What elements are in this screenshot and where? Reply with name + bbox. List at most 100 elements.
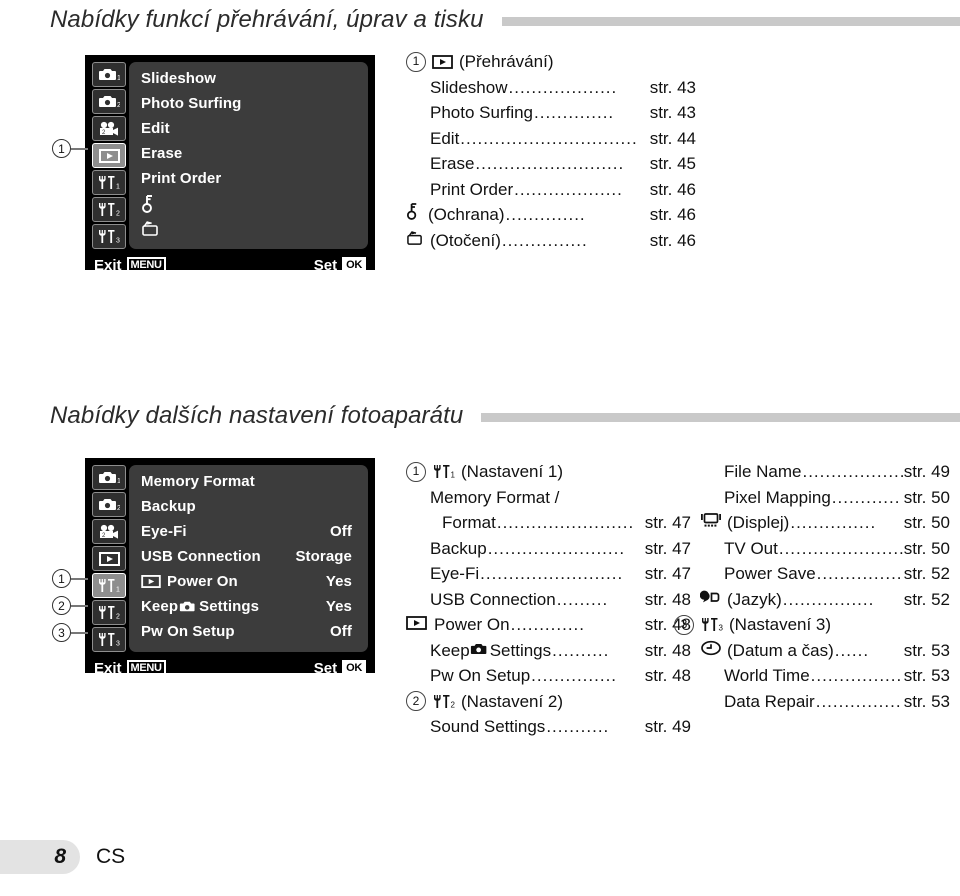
toc-dots: ................ bbox=[782, 589, 875, 609]
toc-page: str. 50 bbox=[903, 513, 950, 532]
toc-entry-display[interactable]: (Displej) ............... str. 50 bbox=[700, 510, 950, 536]
tab-playback[interactable] bbox=[92, 546, 126, 571]
callout-2-setup2: 2 bbox=[52, 596, 88, 615]
ok-key-badge[interactable]: OK bbox=[342, 659, 366, 677]
menu-row-label: Erase bbox=[141, 145, 183, 162]
menu-row-label: Memory Format bbox=[141, 473, 255, 490]
movie-camera-icon: 2 bbox=[98, 524, 120, 540]
toc-entry-playback-power-on[interactable]: Power On ............. str. 48 bbox=[406, 612, 691, 638]
section-heading-playback: Nabídky funkcí přehrávání, úprav a tisku bbox=[50, 6, 960, 34]
menu-row-slideshow[interactable]: Slideshow bbox=[141, 66, 358, 91]
toc-dots: ............... bbox=[531, 666, 618, 685]
tab-setup3[interactable]: 3 bbox=[92, 224, 126, 249]
toc-entry-pw-on-setup[interactable]: Pw On Setup ............... str. 48 bbox=[406, 663, 691, 689]
camera2-icon: 2 bbox=[98, 94, 120, 109]
tab-camera2[interactable]: 2 bbox=[92, 89, 126, 114]
tab-movie[interactable]: 2 bbox=[92, 116, 126, 141]
toc-entry-edit[interactable]: Edit ............................... str… bbox=[406, 126, 696, 152]
page-footer: 8 CS bbox=[0, 840, 125, 874]
toc-entry-erase[interactable]: Erase .......................... str. 45 bbox=[406, 151, 696, 177]
toc-entry-label: Print Order bbox=[430, 179, 514, 199]
toc-page: str. 47 bbox=[644, 538, 691, 558]
section-heading-setup-text: Nabídky dalších nastavení fotoaparátu bbox=[50, 402, 464, 429]
toc-entry-usb-connection[interactable]: USB Connection ......... str. 48 bbox=[406, 587, 691, 613]
toc-entry-language[interactable]: (Jazyk) ................ str. 52 bbox=[700, 587, 950, 613]
tab-camera1[interactable]: 1 bbox=[92, 465, 126, 490]
toc-entry-format[interactable]: Format ........................ str. 47 bbox=[406, 510, 691, 536]
toc-page: str. 44 bbox=[649, 128, 696, 148]
menu-key-badge[interactable]: MENU bbox=[126, 659, 166, 677]
menu-row-value: Off bbox=[330, 623, 352, 640]
tab-setup1[interactable]: 1 bbox=[92, 170, 126, 195]
menu-row-edit[interactable]: Edit bbox=[141, 116, 358, 141]
toc-entry-file-name[interactable]: File Name ................... str. 49 bbox=[700, 459, 950, 485]
tab-setup1[interactable]: 1 bbox=[92, 573, 126, 598]
toc-entry-date-time[interactable]: (Datum a čas) ...... str. 53 bbox=[700, 638, 950, 664]
tab-setup2[interactable]: 2 bbox=[92, 600, 126, 625]
tab-column-playback: 1 2 2 1 2 3 bbox=[92, 62, 126, 249]
menu-row-print-order[interactable]: Print Order bbox=[141, 166, 358, 191]
toc-entry-label: Power Save bbox=[724, 564, 816, 583]
ok-key-badge[interactable]: OK bbox=[342, 256, 366, 274]
menu-row-backup[interactable]: Backup bbox=[141, 494, 358, 519]
toc-entry-world-time[interactable]: World Time ................. str. 53 bbox=[700, 663, 950, 689]
toc-entry-label: Format bbox=[442, 513, 496, 532]
menu-row-memory-format[interactable]: Memory Format bbox=[141, 469, 358, 494]
tab-setup2[interactable]: 2 bbox=[92, 197, 126, 222]
toc-entry-backup[interactable]: Backup ........................ str. 47 bbox=[406, 536, 691, 562]
toc-entry-tv-out[interactable]: TV Out ........................ str. 50 bbox=[700, 536, 950, 562]
toc-page: str. 48 bbox=[644, 640, 691, 660]
menu-row-photo-surfing[interactable]: Photo Surfing bbox=[141, 91, 358, 116]
toc-page: str. 52 bbox=[903, 564, 950, 583]
toc-entry-eye-fi[interactable]: Eye-Fi ......................... str. 47 bbox=[406, 561, 691, 587]
set-label: Set bbox=[313, 659, 338, 677]
tab-playback[interactable] bbox=[92, 143, 126, 168]
toc-page: str. 49 bbox=[903, 462, 950, 481]
callout-leader-line bbox=[71, 631, 88, 634]
toc-entry-sound-settings[interactable]: Sound Settings ........... str. 49 bbox=[406, 714, 691, 740]
toc-group-label: (Přehrávání) bbox=[459, 52, 554, 71]
toc-entry-rotate[interactable]: (Otočení) ............... str. 46 bbox=[406, 228, 696, 254]
toc-page: str. 47 bbox=[644, 513, 691, 532]
menu-row-eye-fi[interactable]: Eye-Fi Off bbox=[141, 519, 358, 544]
heading-rule bbox=[481, 412, 960, 422]
svg-text:2: 2 bbox=[116, 211, 120, 218]
rotate-icon bbox=[406, 230, 424, 246]
toc-page: str. 46 bbox=[649, 230, 696, 250]
menu-row-value: Storage bbox=[295, 548, 352, 565]
playback-icon bbox=[98, 551, 120, 566]
toc-entry-slideshow[interactable]: Slideshow ................... str. 43 bbox=[406, 75, 696, 101]
toc-entry-pixel-mapping[interactable]: Pixel Mapping ............ str. 50 bbox=[700, 485, 950, 511]
menu-row-keep-camera-settings[interactable]: Keep Settings Yes bbox=[141, 594, 358, 619]
toc-entry-label: File Name bbox=[724, 462, 802, 481]
tab-camera2[interactable]: 2 bbox=[92, 492, 126, 517]
menu-row-playback-power-on[interactable]: Power On Yes bbox=[141, 569, 358, 594]
language-code-label: CS bbox=[96, 845, 126, 868]
toc-group-playback: 1 (Přehrávání) bbox=[406, 49, 696, 75]
menu-row-pw-on-setup[interactable]: Pw On Setup Off bbox=[141, 619, 358, 644]
callout-1-playback: 1 bbox=[52, 139, 88, 158]
camera2-icon: 2 bbox=[98, 497, 120, 512]
toc-entry-protect[interactable]: (Ochrana) .............. str. 46 bbox=[406, 202, 696, 228]
toc-entry-memory-format[interactable]: Memory Format / bbox=[406, 485, 691, 511]
toc-entry-keep-camera-settings[interactable]: Keep Settings .......... str. 48 bbox=[406, 638, 691, 664]
toc-dots: ................... bbox=[802, 462, 903, 481]
menu-row-protect[interactable] bbox=[141, 191, 358, 216]
tab-setup3[interactable]: 3 bbox=[92, 627, 126, 652]
toc-dots: ............... bbox=[501, 230, 588, 250]
wrench1-icon: 1 bbox=[97, 175, 121, 190]
menu-row-erase[interactable]: Erase bbox=[141, 141, 358, 166]
wrench2-icon: 2 bbox=[432, 694, 456, 709]
toc-entry-photo-surfing[interactable]: Photo Surfing .............. str. 43 bbox=[406, 100, 696, 126]
toc-entry-print-order[interactable]: Print Order ................... str. 46 bbox=[406, 177, 696, 203]
toc-page: str. 43 bbox=[649, 77, 696, 97]
menu-key-badge[interactable]: MENU bbox=[126, 256, 166, 274]
toc-entry-data-repair[interactable]: Data Repair ................ str. 53 bbox=[700, 689, 950, 715]
menu-row-usb-connection[interactable]: USB Connection Storage bbox=[141, 544, 358, 569]
playback-icon bbox=[98, 148, 120, 163]
tab-movie[interactable]: 2 bbox=[92, 519, 126, 544]
toc-group-label: (Nastavení 1) bbox=[461, 462, 564, 481]
menu-row-rotate[interactable] bbox=[141, 216, 358, 241]
tab-camera1[interactable]: 1 bbox=[92, 62, 126, 87]
toc-entry-power-save[interactable]: Power Save ................ str. 52 bbox=[700, 561, 950, 587]
